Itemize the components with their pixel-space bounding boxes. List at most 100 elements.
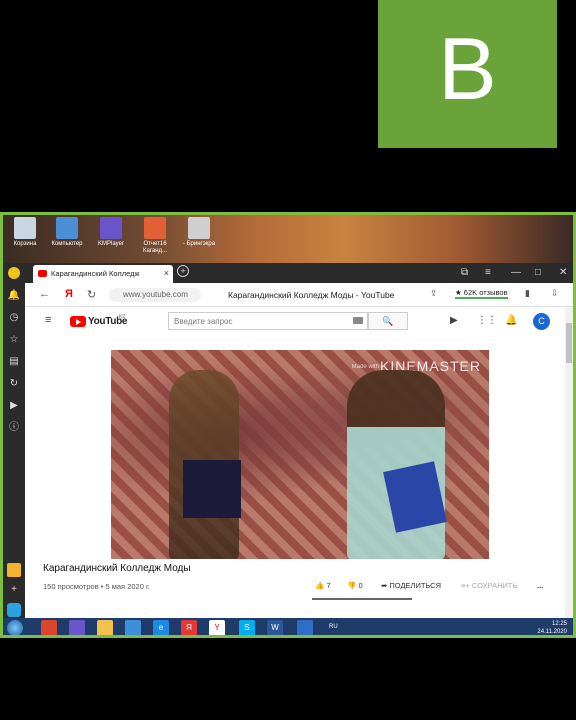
bell-icon[interactable]: 🔔 xyxy=(7,289,21,303)
region-code: KZ xyxy=(119,314,126,320)
like-button[interactable]: 👍 7 xyxy=(315,581,331,590)
dislike-button[interactable]: 👎 0 xyxy=(347,581,363,590)
trash-icon xyxy=(14,217,36,239)
browser-sidebar: 🔔 ◷ ☆ ▤ ↻ ▶ ⓘ + xyxy=(3,263,25,635)
start-button[interactable] xyxy=(7,620,23,635)
taskbar-app-icon[interactable] xyxy=(41,620,57,635)
taskbar-skype-icon[interactable]: S xyxy=(239,620,255,635)
maximize-button[interactable]: □ xyxy=(535,267,541,278)
reviews-badge[interactable]: ★ 62K отзывов xyxy=(455,288,508,299)
desktop-icon-label: KMPlayer xyxy=(97,241,124,247)
window-icon[interactable]: ⧉ xyxy=(461,267,468,278)
desktop-icon-kmplayer[interactable]: KMPlayer xyxy=(91,217,131,248)
logo-letter: B xyxy=(438,19,497,118)
page-title: Карагандинский Колледж Моды - YouTube xyxy=(228,290,395,300)
save-button[interactable]: ≡+ СОХРАНИТЬ xyxy=(461,581,517,590)
video-player[interactable]: Made with KINEMASTER xyxy=(111,350,489,559)
search-input[interactable]: Введите запрос xyxy=(168,312,368,330)
keyboard-icon[interactable] xyxy=(353,317,363,324)
address-bar: ← Я ↻ www.youtube.com Карагандинский Кол… xyxy=(25,283,573,307)
profile-icon[interactable] xyxy=(8,267,20,279)
desktop-icon-document[interactable]: Отчет16 Каганд... xyxy=(135,217,175,255)
taskbar-yandex-icon[interactable]: Я xyxy=(181,620,197,635)
history-icon[interactable]: ↻ xyxy=(7,377,21,391)
more-actions-icon[interactable]: ... xyxy=(537,581,543,590)
desktop-icon-label: Корзина xyxy=(13,241,37,247)
share-label: ПОДЕЛИТЬСЯ xyxy=(389,581,442,590)
system-clock[interactable]: 12:25 24.11.2020 xyxy=(537,620,567,635)
file-icon xyxy=(188,217,210,239)
new-tab-button[interactable]: + xyxy=(177,265,189,277)
close-window-button[interactable]: ✕ xyxy=(559,267,567,278)
like-count: 7 xyxy=(326,581,331,590)
page-scrollbar[interactable] xyxy=(565,307,573,635)
add-icon[interactable]: + xyxy=(7,583,21,597)
screen-recording: Корзина Компьютер KMPlayer Отчет16 Каган… xyxy=(0,212,576,638)
yandex-icon[interactable]: Я xyxy=(65,288,73,300)
mail-icon[interactable] xyxy=(7,563,21,577)
download-icon[interactable]: ⇩ xyxy=(551,288,559,299)
watermark-small: Made with xyxy=(351,364,379,370)
scrollbar-thumb[interactable] xyxy=(566,323,572,363)
taskbar-kmplayer-icon[interactable] xyxy=(69,620,85,635)
computer-icon xyxy=(56,217,78,239)
language-indicator[interactable]: RU xyxy=(329,624,338,630)
notifications-bell-icon[interactable]: 🔔 xyxy=(505,315,517,326)
document-icon xyxy=(144,217,166,239)
back-icon[interactable]: ← xyxy=(39,288,50,300)
minimize-button[interactable]: — xyxy=(511,267,521,278)
hamburger-icon[interactable]: ≡ xyxy=(45,314,51,326)
dislike-count: 0 xyxy=(358,581,363,590)
avatar[interactable]: C xyxy=(533,313,550,330)
taskbar-word-icon[interactable]: W xyxy=(267,620,283,635)
taskbar-app2-icon[interactable] xyxy=(297,620,313,635)
url-field[interactable]: www.youtube.com xyxy=(109,288,201,302)
clock-time: 12:25 xyxy=(551,621,567,627)
reload-icon[interactable]: ↻ xyxy=(87,288,96,301)
desktop: Корзина Компьютер KMPlayer Отчет16 Каган… xyxy=(3,215,573,263)
windows-taskbar: e Я Y S W RU 12:25 24.11.2020 xyxy=(3,618,573,635)
save-label: СОХРАНИТЬ xyxy=(471,581,518,590)
youtube-favicon-icon xyxy=(38,270,47,277)
app-icon[interactable] xyxy=(7,603,21,617)
camera-icon[interactable]: ▶ xyxy=(450,315,458,326)
playlist-add-icon: ≡+ xyxy=(461,581,470,590)
thumbs-down-icon: 👎 xyxy=(347,581,357,590)
video-meta: 150 просмотров • 5 мая 2020 г. xyxy=(43,582,150,591)
desktop-icon-trash[interactable]: Корзина xyxy=(5,217,45,248)
kmplayer-icon xyxy=(100,217,122,239)
taskbar-folder-icon[interactable] xyxy=(125,620,141,635)
share-button[interactable]: ➦ ПОДЕЛИТЬСЯ xyxy=(381,581,441,590)
clock-icon[interactable]: ◷ xyxy=(7,311,21,325)
bookmark-icon[interactable]: ▮ xyxy=(525,288,530,299)
star-icon[interactable]: ☆ xyxy=(7,333,21,347)
desktop-icon-label: Компьютер xyxy=(51,241,83,247)
video-title: Карагандинский Колледж Моды xyxy=(43,563,191,574)
menu-icon[interactable]: ≡ xyxy=(485,267,491,278)
info-icon[interactable]: ⓘ xyxy=(7,421,21,435)
notes-icon[interactable]: ▤ xyxy=(7,355,21,369)
tab-active[interactable]: Карагандинский Колледж × xyxy=(33,265,173,283)
share-arrow-icon: ➦ xyxy=(381,581,388,590)
search-button[interactable]: 🔍 xyxy=(368,312,408,330)
thumbs-up-icon: 👍 xyxy=(315,581,325,590)
url-text: www.youtube.com xyxy=(123,290,188,299)
desktop-icon-file[interactable]: - Брингэкра xyxy=(179,217,219,248)
like-ratio-bar xyxy=(312,598,412,600)
share-page-icon[interactable]: ⇪ xyxy=(430,288,438,299)
apps-grid-icon[interactable]: ⋮⋮ xyxy=(477,315,497,326)
clock-date: 24.11.2020 xyxy=(537,629,567,635)
taskbar-ie-icon[interactable]: e xyxy=(153,620,169,635)
desktop-icon-computer[interactable]: Компьютер xyxy=(47,217,87,248)
tab-close-icon[interactable]: × xyxy=(164,268,169,278)
tab-bar: Карагандинский Колледж × + ⧉ ≡ — □ ✕ xyxy=(25,263,573,283)
desktop-icon-label: Отчет16 Каганд... xyxy=(142,241,168,254)
taskbar-yandex-browser-icon[interactable]: Y xyxy=(209,620,225,635)
desktop-icon-label: - Брингэкра xyxy=(182,241,216,247)
youtube-logo-icon[interactable] xyxy=(70,316,86,327)
video-page: Made with KINEMASTER Карагандинский Колл… xyxy=(25,337,573,635)
play-icon[interactable]: ▶ xyxy=(7,399,21,413)
tab-title: Карагандинский Колледж xyxy=(51,269,140,278)
taskbar-explorer-icon[interactable] xyxy=(97,620,113,635)
channel-logo: B xyxy=(378,0,557,148)
